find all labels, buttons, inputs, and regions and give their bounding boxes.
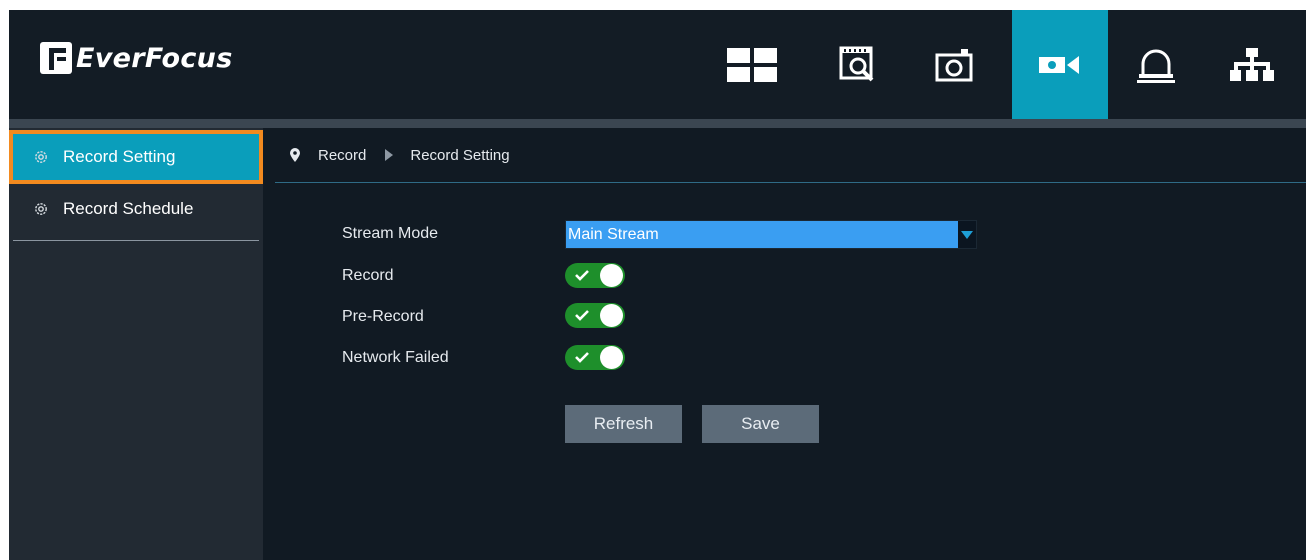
video-camera-icon [1039, 55, 1079, 74]
record-toggle[interactable] [565, 263, 625, 288]
check-icon [575, 270, 589, 281]
prerecord-label: Pre-Record [342, 308, 424, 325]
network-topology-icon [1230, 47, 1274, 81]
prerecord-toggle[interactable] [565, 303, 625, 328]
live-view-grid-icon [727, 47, 777, 82]
nav-network[interactable] [1204, 10, 1300, 119]
chevron-right-icon [385, 149, 394, 161]
nav-record[interactable] [1012, 10, 1108, 119]
snapshot-camera-icon [935, 48, 973, 81]
header-divider [9, 119, 1306, 128]
nav-live-view[interactable] [704, 10, 800, 119]
breadcrumb-current: Record Setting [410, 146, 510, 164]
sidebar-divider [13, 240, 259, 241]
sidebar-item-record-schedule[interactable]: Record Schedule [13, 186, 259, 232]
breadcrumb-root[interactable]: Record [318, 147, 366, 164]
everfocus-logo-icon [40, 42, 72, 74]
save-button[interactable]: Save [702, 405, 819, 443]
gear-icon [35, 151, 47, 163]
toggle-knob [600, 304, 623, 327]
check-icon [575, 310, 589, 321]
location-pin-icon [290, 148, 300, 162]
record-label: Record [342, 267, 394, 284]
stream-mode-value: Main Stream [568, 226, 659, 243]
breadcrumb-divider [275, 182, 1306, 183]
nav-snapshot[interactable] [907, 10, 1003, 119]
breadcrumb: Record Record Setting [263, 128, 1306, 182]
check-icon [575, 352, 589, 363]
alarm-bell-icon [1137, 49, 1175, 83]
sidebar-item-record-setting[interactable]: Record Setting [9, 130, 263, 184]
sidebar-item-label: Record Schedule [63, 199, 194, 218]
stream-mode-label: Stream Mode [342, 225, 439, 242]
brand-name: EverFocus [76, 42, 233, 74]
stream-mode-select[interactable]: Main Stream [565, 220, 977, 249]
brand-logo: EverFocus [40, 38, 233, 78]
nav-playback[interactable] [811, 10, 907, 119]
sidebar: Record Setting Record Schedule [9, 128, 263, 560]
nav-alarm[interactable] [1108, 10, 1204, 119]
playback-search-icon [839, 46, 874, 81]
chevron-down-icon[interactable] [958, 221, 976, 248]
refresh-button[interactable]: Refresh [565, 405, 682, 443]
network-failed-label: Network Failed [342, 349, 449, 366]
toggle-knob [600, 346, 623, 369]
main-content: Record Record Setting Stream Mode Main S… [263, 128, 1306, 560]
app-window: EverFocus Record Setting Record Schedule… [9, 10, 1306, 560]
toggle-knob [600, 264, 623, 287]
gear-icon [35, 203, 47, 215]
network-failed-toggle[interactable] [565, 345, 625, 370]
top-bar: EverFocus [9, 10, 1306, 119]
sidebar-item-label: Record Setting [63, 147, 176, 166]
